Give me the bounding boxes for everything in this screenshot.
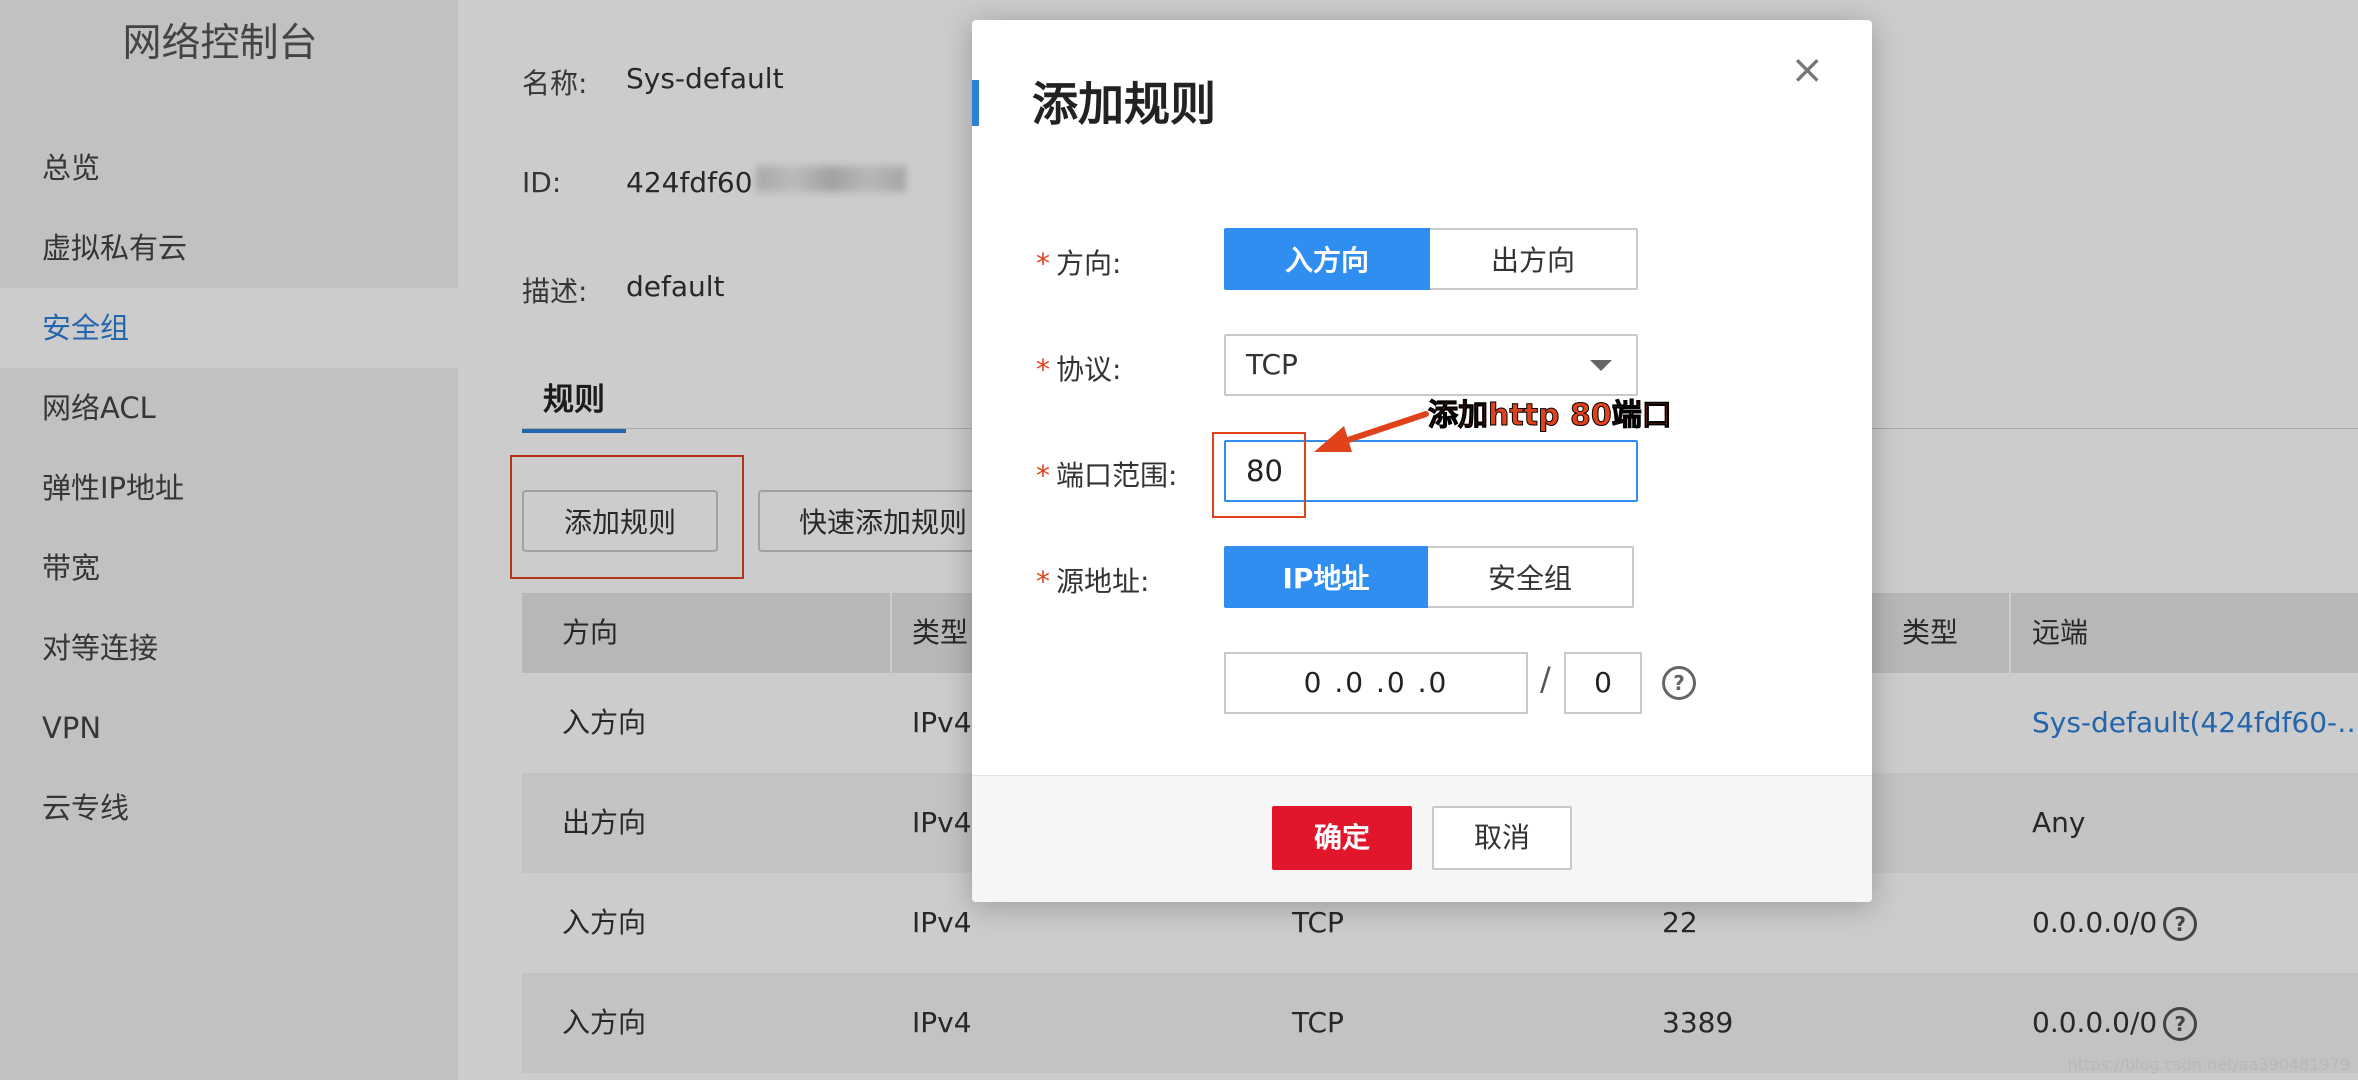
confirm-button[interactable]: 确定 [1272, 806, 1412, 870]
required-icon: * [1036, 459, 1050, 492]
add-rule-dialog: 添加规则 × * 方向: 入方向 出方向 * 协议: TCP * 端口范围: 80 *… [972, 20, 1872, 902]
close-icon[interactable]: × [1790, 50, 1824, 90]
dialog-title: 添加规则 [1032, 77, 1216, 131]
direction-label: * 方向: [1036, 242, 1121, 282]
annotation-arrow-icon [1314, 411, 1429, 452]
source-security-group-button[interactable]: 安全组 [1428, 546, 1634, 608]
direction-label-text: 方向: [1056, 247, 1122, 280]
required-icon: * [1036, 247, 1050, 280]
source-label-text: 源地址: [1056, 565, 1150, 598]
protocol-label-text: 协议: [1056, 353, 1122, 386]
cancel-button[interactable]: 取消 [1432, 806, 1572, 870]
required-icon: * [1036, 353, 1050, 386]
required-icon: * [1036, 565, 1050, 598]
source-ip-button[interactable]: IP地址 [1224, 546, 1428, 608]
source-label: * 源地址: [1036, 560, 1149, 600]
protocol-select-value: TCP [1246, 348, 1298, 381]
dialog-footer: 确定 取消 [972, 775, 1872, 902]
port-range-label: * 端口范围: [1036, 454, 1177, 494]
help-icon[interactable]: ? [1662, 666, 1696, 700]
port-range-label-text: 端口范围: [1056, 459, 1178, 492]
cidr-mask-input[interactable]: 0 [1564, 652, 1642, 714]
port-input-highlight [1212, 432, 1306, 518]
direction-inbound-button[interactable]: 入方向 [1224, 228, 1430, 290]
title-accent-bar [972, 80, 979, 126]
protocol-select[interactable]: TCP [1224, 334, 1638, 396]
chevron-down-icon [1590, 360, 1612, 371]
cidr-slash: / [1540, 660, 1551, 698]
direction-outbound-button[interactable]: 出方向 [1430, 228, 1638, 290]
protocol-label: * 协议: [1036, 348, 1121, 388]
ip-address-input[interactable]: 0 .0 .0 .0 [1224, 652, 1528, 714]
annotation-label: 添加http 80端口 [1428, 398, 1673, 434]
watermark: https://blog.csdn.net/aa390481979 [2067, 1055, 2350, 1074]
